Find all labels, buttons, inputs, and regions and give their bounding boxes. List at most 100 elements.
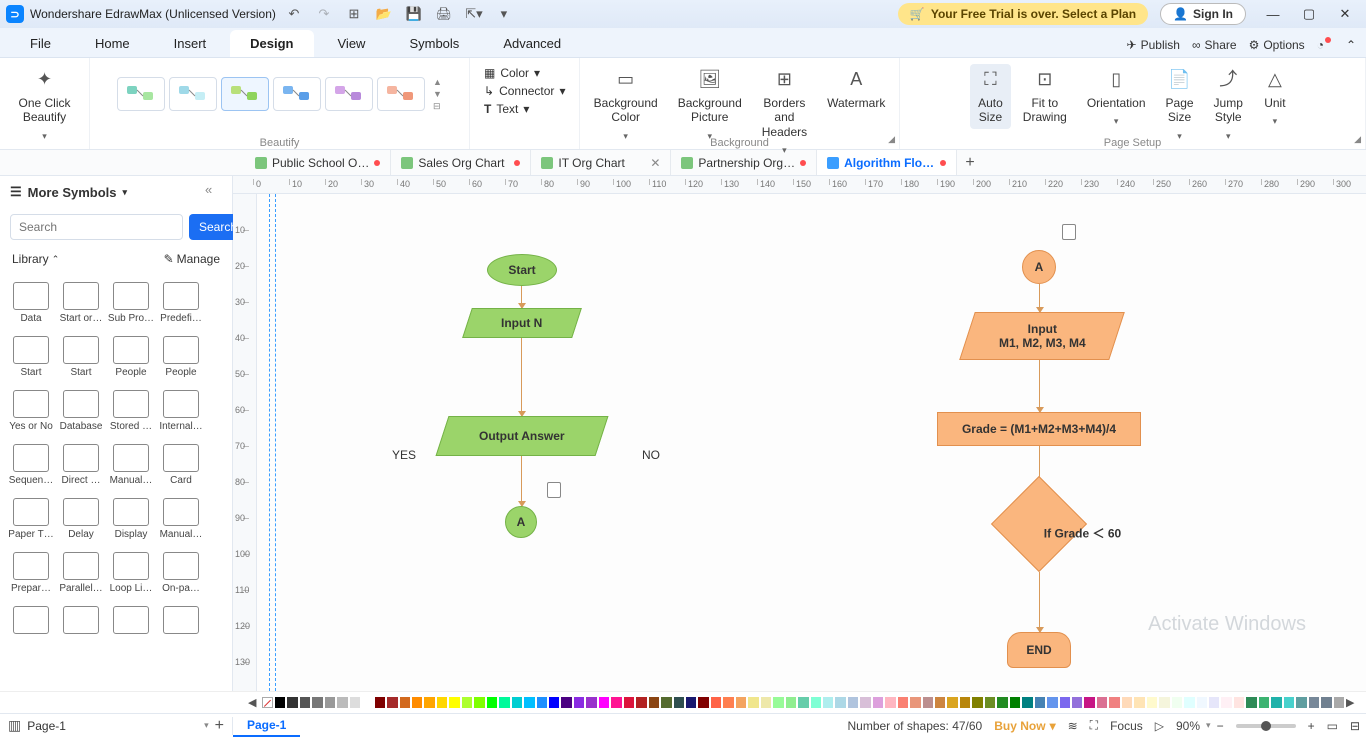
shape-connector-a[interactable]: A [505,506,537,538]
color-swatch[interactable] [574,697,584,708]
shape-item[interactable]: Manual… [156,492,206,546]
color-swatch[interactable] [748,697,758,708]
color-swatch[interactable] [947,697,957,708]
shape-item[interactable] [56,600,106,643]
color-swatch[interactable] [412,697,422,708]
color-swatch[interactable] [287,697,297,708]
color-swatch[interactable] [337,697,347,708]
publish-link[interactable]: ✈Publish [1127,38,1180,52]
shape-input-n[interactable]: Input N [462,308,582,338]
color-swatch[interactable] [649,697,659,708]
color-swatch[interactable] [424,697,434,708]
color-swatch[interactable] [1221,697,1231,708]
add-tab-button[interactable]: + [957,154,983,172]
menu-advanced[interactable]: Advanced [483,30,581,57]
color-swatch[interactable] [524,697,534,708]
shape-connector-a2[interactable]: A [1022,250,1056,284]
color-swatch[interactable] [1246,697,1256,708]
shape-item[interactable]: Start [6,330,56,384]
color-swatch[interactable] [773,697,783,708]
menu-design[interactable]: Design [230,30,313,57]
connector-menu[interactable]: ↳Connector ▾ [484,82,565,100]
color-swatch[interactable] [885,697,895,708]
color-swatch[interactable] [512,697,522,708]
color-swatch[interactable] [985,697,995,708]
color-swatch[interactable] [1321,697,1331,708]
one-click-beautify-button[interactable]: ✦ One Click Beautify ▾ [10,64,78,146]
color-swatch[interactable] [537,697,547,708]
color-swatch[interactable] [1172,697,1182,708]
color-swatch[interactable] [549,697,559,708]
color-strip-right[interactable]: ▶ [1346,696,1354,709]
theme-4[interactable] [273,77,321,111]
color-swatch[interactable] [736,697,746,708]
shape-item[interactable]: On-pa… [156,546,206,600]
color-swatch[interactable] [1259,697,1269,708]
shape-item[interactable] [6,600,56,643]
new-icon[interactable]: ⊞ [346,6,362,22]
color-swatch[interactable] [1122,697,1132,708]
shape-end[interactable]: END [1007,632,1071,668]
color-swatch[interactable] [437,697,447,708]
presentation-icon[interactable]: ▷ [1149,719,1170,733]
color-swatch[interactable] [835,697,845,708]
color-swatch[interactable] [1334,697,1344,708]
theme-gallery-up[interactable]: ▲ [433,77,442,87]
shape-item[interactable] [106,600,156,643]
color-swatch[interactable] [586,697,596,708]
color-swatch[interactable] [636,697,646,708]
shape-item[interactable]: Paper T… [6,492,56,546]
color-swatch[interactable] [761,697,771,708]
color-swatch[interactable] [674,697,684,708]
color-swatch[interactable] [723,697,733,708]
color-swatch[interactable] [798,697,808,708]
menu-symbols[interactable]: Symbols [389,30,479,57]
color-swatch[interactable] [1147,697,1157,708]
color-swatch[interactable] [686,697,696,708]
connector[interactable] [1039,284,1040,312]
theme-3[interactable] [221,77,269,111]
color-swatch[interactable] [1197,697,1207,708]
shape-start[interactable]: Start [487,254,557,286]
color-swatch[interactable] [624,697,634,708]
fullscreen-icon[interactable]: ⛶ [1084,718,1104,733]
color-swatch[interactable] [1184,697,1194,708]
more-symbols-toggle[interactable]: ☰ More Symbols ▾ [0,176,232,208]
orientation-button[interactable]: ▯Orientation▾ [1079,64,1154,131]
doctab-public-school[interactable]: Public School O… [245,150,391,175]
canvas[interactable]: Start Input N Output Answer A YES NO A I… [257,194,1366,691]
color-swatch[interactable] [1134,697,1144,708]
color-swatch[interactable] [698,697,708,708]
focus-mode[interactable]: Focus [1104,719,1149,733]
connector[interactable] [521,286,522,308]
watermark-button[interactable]: AWatermark [819,64,893,114]
fit-button[interactable]: ⊡Fit to Drawing [1015,64,1075,129]
open-icon[interactable]: 📂 [376,6,392,22]
color-swatch[interactable] [312,697,322,708]
color-swatch[interactable] [499,697,509,708]
theme-gallery-more[interactable]: ⊟ [433,101,442,112]
shape-item[interactable]: People [106,330,156,384]
color-swatch[interactable] [1209,697,1219,708]
connector[interactable] [521,456,522,506]
color-swatch[interactable] [1060,697,1070,708]
share-link[interactable]: ∞Share [1192,38,1237,52]
note-icon[interactable] [1062,224,1076,240]
color-swatch[interactable] [786,697,796,708]
buy-now-link[interactable]: Buy Now ▾ [988,719,1061,733]
shape-item[interactable]: Internal… [156,384,206,438]
page-select[interactable]: Page-1 [27,719,198,733]
fit-page-icon[interactable]: ▭ [1321,719,1344,733]
theme-1[interactable] [117,77,165,111]
shape-decision[interactable]: If Grade ＜ 60 [991,476,1087,572]
page-tab[interactable]: Page-1 [233,714,300,737]
shape-item[interactable]: People [156,330,206,384]
color-swatch[interactable] [848,697,858,708]
connector[interactable] [1039,572,1040,632]
doctab-sales-org[interactable]: Sales Org Chart [391,150,531,175]
menu-insert[interactable]: Insert [154,30,227,57]
color-swatch[interactable] [661,697,671,708]
color-menu[interactable]: ▦Color ▾ [484,64,540,82]
shape-item[interactable]: Start [56,330,106,384]
color-swatch[interactable] [462,697,472,708]
